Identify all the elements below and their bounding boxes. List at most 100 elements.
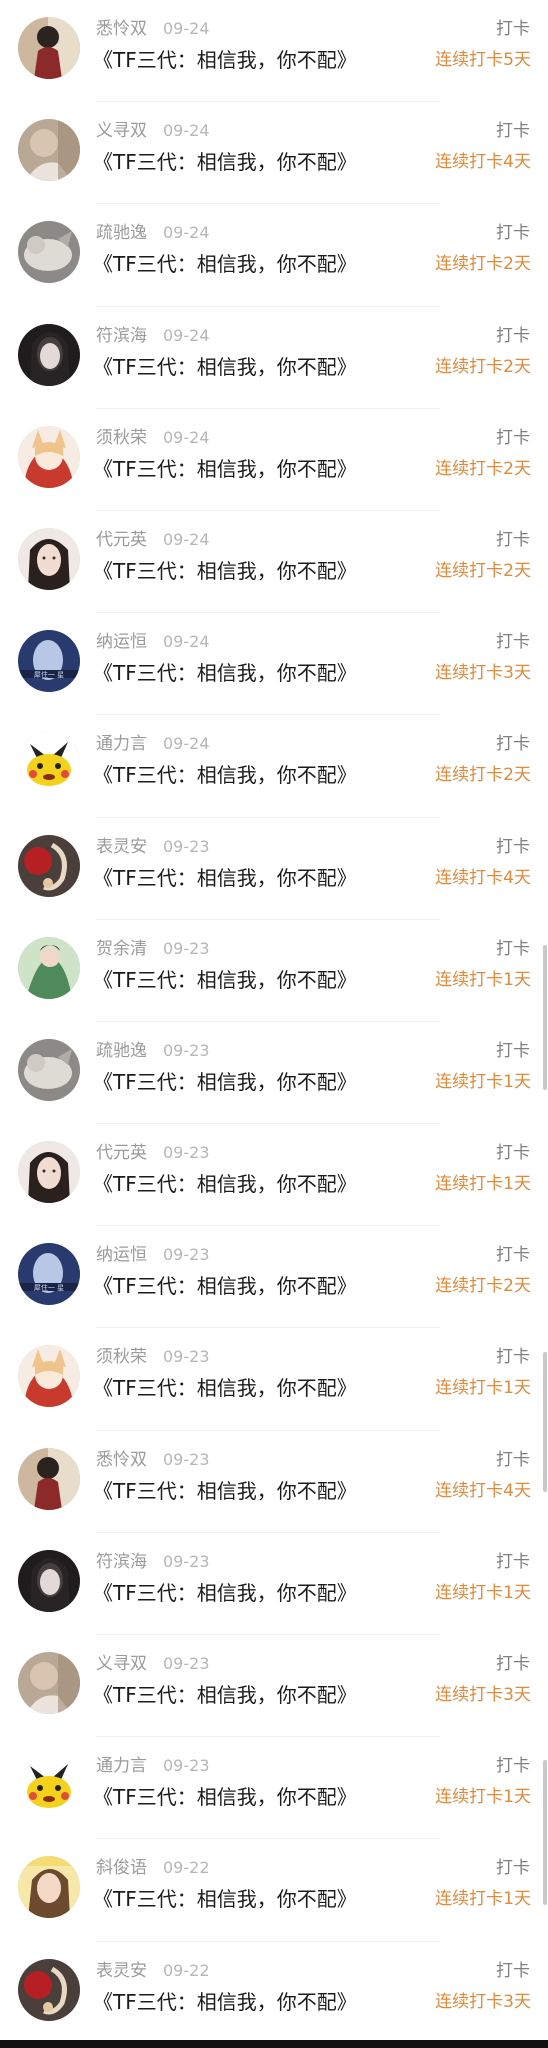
book-title[interactable]: 《TF三代：相信我，你不配》 — [93, 1170, 357, 1198]
user-name[interactable]: 义寻双 — [96, 1652, 147, 1676]
checkin-date: 09-23 — [163, 1551, 210, 1571]
book-title[interactable]: 《TF三代：相信我，你不配》 — [93, 353, 357, 381]
checkin-row[interactable]: 斜俊语 09-22 《TF三代：相信我，你不配》 打卡 连续打卡1天 — [0, 1839, 548, 1942]
book-title[interactable]: 《TF三代：相信我，你不配》 — [93, 46, 357, 74]
checkin-row[interactable]: 疏驰逸 09-23 《TF三代：相信我，你不配》 打卡 连续打卡1天 — [0, 1022, 548, 1125]
book-title[interactable]: 《TF三代：相信我，你不配》 — [93, 1988, 357, 2016]
checkin-row[interactable]: 代元英 09-24 《TF三代：相信我，你不配》 打卡 连续打卡2天 — [0, 511, 548, 614]
checkin-row[interactable]: 通力言 09-23 《TF三代：相信我，你不配》 打卡 连续打卡1天 — [0, 1737, 548, 1840]
streak-label: 连续打卡1天 — [435, 1889, 531, 1910]
user-name[interactable]: 符滨海 — [96, 1550, 147, 1574]
user-avatar[interactable] — [18, 732, 80, 795]
user-avatar[interactable] — [18, 1549, 80, 1612]
checkin-date: 09-23 — [163, 938, 210, 958]
user-avatar[interactable] — [18, 1856, 80, 1919]
user-name[interactable]: 贺余清 — [96, 937, 147, 961]
book-title[interactable]: 《TF三代：相信我，你不配》 — [93, 250, 357, 278]
user-avatar[interactable] — [18, 425, 80, 488]
book-title[interactable]: 《TF三代：相信我，你不配》 — [93, 557, 357, 585]
user-name[interactable]: 疏驰逸 — [96, 1039, 147, 1063]
book-title[interactable]: 《TF三代：相信我，你不配》 — [93, 1068, 357, 1096]
book-title[interactable]: 《TF三代：相信我，你不配》 — [93, 1579, 357, 1607]
user-name[interactable]: 表灵安 — [96, 1959, 147, 1983]
scroll-indicator[interactable] — [543, 945, 547, 1090]
avatar-image — [18, 527, 80, 590]
book-title[interactable]: 《TF三代：相信我，你不配》 — [93, 1885, 357, 1913]
user-name[interactable]: 须秋荣 — [96, 1345, 147, 1369]
book-title[interactable]: 《TF三代：相信我，你不配》 — [93, 1681, 357, 1709]
checkin-row[interactable]: 悉怜双 09-23 《TF三代：相信我，你不配》 打卡 连续打卡4天 — [0, 1431, 548, 1533]
checkin-row[interactable]: 表灵安 09-23 《TF三代：相信我，你不配》 打卡 连续打卡4天 — [0, 818, 548, 920]
streak-label: 连续打卡1天 — [435, 1582, 531, 1603]
book-title[interactable]: 《TF三代：相信我，你不配》 — [93, 864, 357, 892]
checkin-row[interactable]: 疏驰逸 09-24 《TF三代：相信我，你不配》 打卡 连续打卡2天 — [0, 204, 548, 307]
user-avatar[interactable] — [18, 1447, 80, 1510]
user-name[interactable]: 悉怜双 — [96, 17, 147, 41]
user-avatar[interactable] — [18, 1652, 80, 1714]
checkin-row[interactable]: 悉怜双 09-24 《TF三代：相信我，你不配》 打卡 连续打卡5天 — [0, 0, 548, 103]
book-title[interactable]: 《TF三代：相信我，你不配》 — [93, 1374, 357, 1402]
user-name[interactable]: 纳运恒 — [96, 1243, 147, 1267]
checkin-tag: 打卡 — [496, 632, 530, 653]
user-name[interactable]: 表灵安 — [96, 835, 147, 859]
avatar-image — [18, 1549, 80, 1612]
user-name[interactable]: 代元英 — [96, 528, 147, 552]
user-avatar[interactable]: 犀住一 星 — [18, 630, 80, 693]
user-avatar[interactable] — [18, 17, 80, 79]
user-name[interactable]: 纳运恒 — [96, 630, 147, 654]
checkin-date: 09-24 — [163, 529, 210, 549]
user-avatar[interactable] — [18, 936, 80, 999]
book-title[interactable]: 《TF三代：相信我，你不配》 — [93, 455, 357, 483]
user-name[interactable]: 悉怜双 — [96, 1448, 147, 1472]
checkin-row[interactable]: 符滨海 09-24 《TF三代：相信我，你不配》 打卡 连续打卡2天 — [0, 307, 548, 409]
checkin-tag: 打卡 — [496, 529, 530, 550]
user-avatar[interactable] — [18, 221, 80, 284]
checkin-row[interactable]: 符滨海 09-23 《TF三代：相信我，你不配》 打卡 连续打卡1天 — [0, 1533, 548, 1635]
user-name[interactable]: 疏驰逸 — [96, 221, 147, 245]
book-title[interactable]: 《TF三代：相信我，你不配》 — [93, 761, 357, 789]
scroll-indicator[interactable] — [543, 1760, 547, 1905]
checkin-row[interactable]: 义寻双 09-23 《TF三代：相信我，你不配》 打卡 连续打卡3天 — [0, 1635, 548, 1738]
avatar-image — [18, 1141, 80, 1204]
user-avatar[interactable] — [18, 1345, 80, 1408]
checkin-tag: 打卡 — [496, 1756, 530, 1777]
scroll-indicator[interactable] — [543, 1352, 547, 1492]
avatar-image: 犀住一 星 — [18, 630, 80, 693]
checkin-row[interactable]: 须秋荣 09-23 《TF三代：相信我，你不配》 打卡 连续打卡1天 — [0, 1328, 548, 1431]
checkin-row[interactable]: 义寻双 09-24 《TF三代：相信我，你不配》 打卡 连续打卡4天 — [0, 102, 548, 205]
user-name[interactable]: 须秋荣 — [96, 426, 147, 450]
user-name[interactable]: 通力言 — [96, 732, 147, 756]
avatar-image — [18, 221, 80, 284]
user-name[interactable]: 通力言 — [96, 1754, 147, 1778]
user-name[interactable]: 斜俊语 — [96, 1856, 147, 1880]
user-avatar[interactable] — [18, 1958, 80, 2021]
checkin-row[interactable]: 通力言 09-24 《TF三代：相信我，你不配》 打卡 连续打卡2天 — [0, 715, 548, 818]
checkin-row[interactable]: 犀住一 星 纳运恒 09-24 《TF三代：相信我，你不配》 打卡 连续打卡3天 — [0, 613, 548, 716]
user-avatar[interactable] — [18, 1141, 80, 1204]
book-title[interactable]: 《TF三代：相信我，你不配》 — [93, 966, 357, 994]
user-avatar[interactable] — [18, 527, 80, 590]
checkin-row[interactable]: 犀住一 星 纳运恒 09-23 《TF三代：相信我，你不配》 打卡 连续打卡2天 — [0, 1226, 548, 1329]
checkin-date: 09-23 — [163, 1040, 210, 1060]
user-avatar[interactable] — [18, 119, 80, 182]
checkin-row[interactable]: 须秋荣 09-24 《TF三代：相信我，你不配》 打卡 连续打卡2天 — [0, 409, 548, 511]
user-avatar[interactable] — [18, 323, 80, 386]
user-avatar[interactable]: 犀住一 星 — [18, 1243, 80, 1306]
user-name[interactable]: 义寻双 — [96, 119, 147, 143]
checkin-row[interactable]: 表灵安 09-22 《TF三代：相信我，你不配》 打卡 连续打卡3天 — [0, 1942, 548, 2044]
checkin-tag: 打卡 — [496, 1449, 530, 1470]
user-avatar[interactable] — [18, 1038, 80, 1101]
streak-label: 连续打卡2天 — [435, 458, 531, 479]
streak-label: 连续打卡2天 — [435, 356, 531, 377]
book-title[interactable]: 《TF三代：相信我，你不配》 — [93, 659, 357, 687]
user-name[interactable]: 符滨海 — [96, 324, 147, 348]
book-title[interactable]: 《TF三代：相信我，你不配》 — [93, 1783, 357, 1811]
user-avatar[interactable] — [18, 834, 80, 897]
user-name[interactable]: 代元英 — [96, 1141, 147, 1165]
checkin-row[interactable]: 代元英 09-23 《TF三代：相信我，你不配》 打卡 连续打卡1天 — [0, 1124, 548, 1227]
book-title[interactable]: 《TF三代：相信我，你不配》 — [93, 1272, 357, 1300]
user-avatar[interactable] — [18, 1754, 80, 1817]
checkin-row[interactable]: 贺余清 09-23 《TF三代：相信我，你不配》 打卡 连续打卡1天 — [0, 920, 548, 1022]
book-title[interactable]: 《TF三代：相信我，你不配》 — [93, 148, 357, 176]
book-title[interactable]: 《TF三代：相信我，你不配》 — [93, 1477, 357, 1505]
